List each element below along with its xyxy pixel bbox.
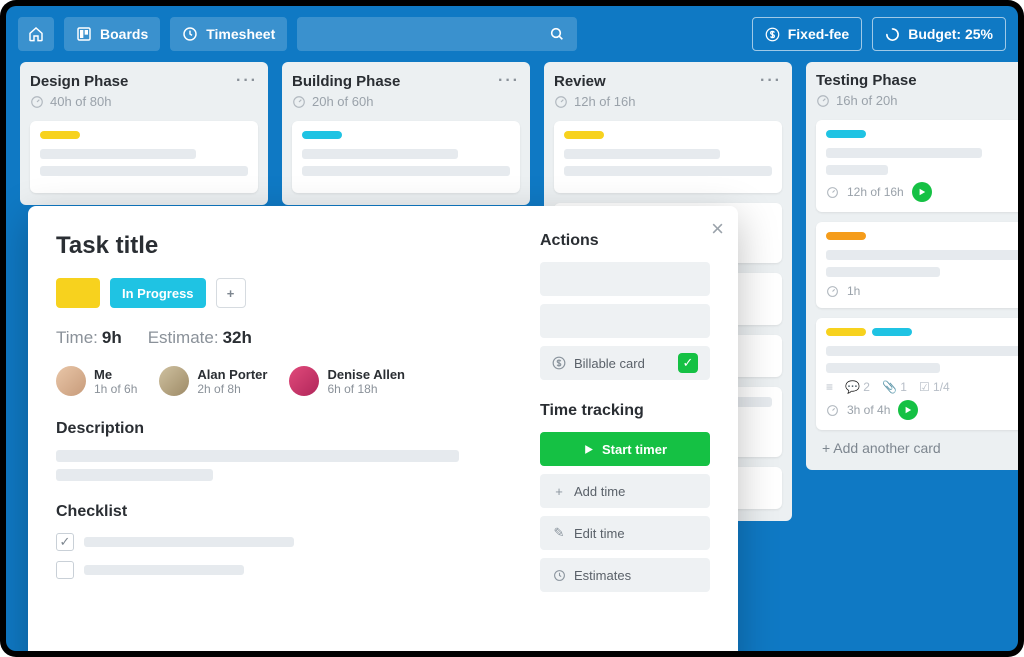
avatar — [56, 366, 86, 396]
action-placeholder[interactable]: . — [540, 262, 710, 296]
comments-badge: 💬 2 — [845, 380, 870, 394]
gauge-icon — [554, 95, 568, 109]
list-menu-icon[interactable]: ··· — [236, 72, 258, 90]
boards-button[interactable]: Boards — [64, 17, 160, 51]
list-hours: 16h of 20h — [836, 93, 897, 108]
card-hours: 3h of 4h — [847, 403, 890, 417]
checklist-badge: ☑ 1/4 — [919, 380, 950, 394]
billable-checkbox[interactable]: ✓ — [678, 353, 698, 373]
actions-heading: Actions — [540, 232, 710, 250]
estimates-button[interactable]: Estimates — [540, 558, 710, 592]
card-label-yellow — [40, 131, 80, 139]
attach-badge: 📎 1 — [882, 380, 907, 394]
boards-label: Boards — [100, 26, 148, 42]
timesheet-label: Timesheet — [206, 26, 275, 42]
gauge-icon — [292, 95, 306, 109]
budget-button[interactable]: Budget: 25% — [872, 17, 1006, 51]
list-menu-icon[interactable]: ··· — [498, 72, 520, 90]
dollar-icon — [552, 356, 566, 370]
gauge-icon — [826, 404, 839, 417]
checkbox-unchecked[interactable] — [56, 561, 74, 579]
list-title: Building Phase — [292, 73, 400, 90]
plus-icon: + — [552, 484, 566, 499]
progress-icon — [885, 27, 900, 42]
task-modal: × Task title In Progress + Time:9h Estim… — [28, 206, 738, 651]
card-label-cyan — [872, 328, 912, 336]
card[interactable] — [30, 121, 258, 193]
add-card-button[interactable]: + Add another card — [816, 430, 1018, 458]
label-yellow[interactable] — [56, 278, 100, 308]
pencil-icon: ✎ — [552, 525, 566, 541]
gauge-icon — [826, 186, 839, 199]
gauge-icon — [30, 95, 44, 109]
member: Alan Porter2h of 8h — [159, 366, 267, 396]
list-testing-phase: Testing Phase 16h of 20h 12h of 16h — [806, 62, 1018, 470]
start-timer-button[interactable]: Start timer — [540, 432, 710, 466]
play-button[interactable] — [898, 400, 918, 420]
avatar — [289, 366, 319, 396]
description-icon: ≡ — [826, 380, 833, 394]
list-menu-icon[interactable]: ··· — [760, 72, 782, 90]
billable-card-button[interactable]: Billable card ✓ — [540, 346, 710, 380]
card[interactable]: ≡ 💬 2 📎 1 ☑ 1/4 3h of 4h — [816, 318, 1018, 430]
card[interactable]: 12h of 16h — [816, 120, 1018, 212]
card-label-yellow — [564, 131, 604, 139]
list-hours: 40h of 80h — [50, 94, 111, 109]
checklist-heading: Checklist — [56, 503, 504, 521]
list-hours: 12h of 16h — [574, 94, 635, 109]
estimate-stat: Estimate:32h — [148, 328, 252, 348]
card[interactable]: 1h — [816, 222, 1018, 308]
home-button[interactable] — [18, 17, 54, 51]
dollar-icon — [765, 27, 780, 42]
add-label-button[interactable]: + — [216, 278, 246, 308]
avatar — [159, 366, 189, 396]
timesheet-button[interactable]: Timesheet — [170, 17, 287, 51]
gauge-icon — [826, 285, 839, 298]
checklist-item[interactable] — [56, 561, 504, 579]
checkbox-checked[interactable]: ✓ — [56, 533, 74, 551]
fixed-fee-button[interactable]: Fixed-fee — [752, 17, 862, 51]
close-icon[interactable]: × — [711, 216, 724, 242]
time-stat: Time:9h — [56, 328, 122, 348]
action-placeholder[interactable]: . — [540, 304, 710, 338]
status-tag[interactable]: In Progress — [110, 278, 206, 308]
budget-label: Budget: 25% — [908, 26, 993, 42]
list-title: Design Phase — [30, 73, 128, 90]
edit-time-button[interactable]: ✎ Edit time — [540, 516, 710, 550]
play-icon — [583, 444, 594, 455]
list-title: Review — [554, 73, 606, 90]
search-input[interactable] — [297, 17, 577, 51]
card-label-cyan — [302, 131, 342, 139]
card-hours: 1h — [847, 284, 860, 298]
card-hours: 12h of 16h — [847, 185, 904, 199]
description-heading: Description — [56, 420, 504, 438]
list-design-phase: Design Phase ··· 40h of 80h — [20, 62, 268, 205]
member: Me1h of 6h — [56, 366, 137, 396]
list-title: Testing Phase — [816, 72, 917, 89]
search-icon — [549, 26, 565, 42]
gauge-icon — [816, 94, 830, 108]
list-hours: 20h of 60h — [312, 94, 373, 109]
card-label-cyan — [826, 130, 866, 138]
add-time-button[interactable]: + Add time — [540, 474, 710, 508]
checklist-item[interactable]: ✓ — [56, 533, 504, 551]
clock-icon — [552, 569, 566, 582]
card[interactable] — [554, 121, 782, 193]
play-button[interactable] — [912, 182, 932, 202]
card-label-orange — [826, 232, 866, 240]
list-building-phase: Building Phase ··· 20h of 60h — [282, 62, 530, 205]
card-label-yellow — [826, 328, 866, 336]
member: Denise Allen6h of 18h — [289, 366, 405, 396]
fixed-fee-label: Fixed-fee — [788, 26, 849, 42]
card[interactable] — [292, 121, 520, 193]
time-tracking-heading: Time tracking — [540, 402, 710, 420]
task-title: Task title — [56, 232, 504, 260]
topbar: Boards Timesheet Fixed-fee Budget: 25% — [6, 6, 1018, 62]
